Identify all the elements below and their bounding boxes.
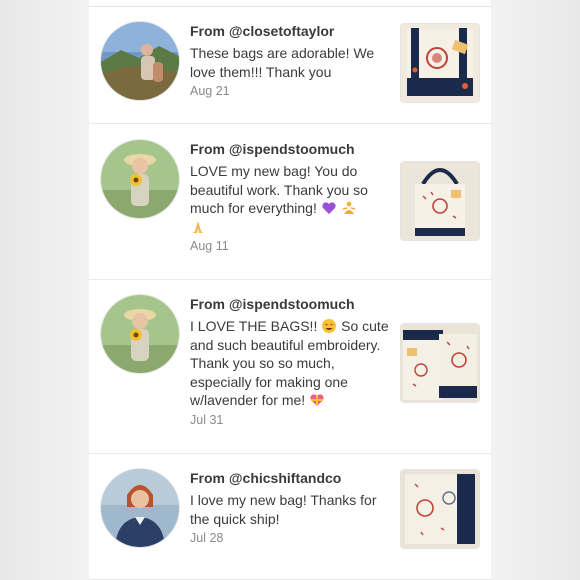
review-date: Aug 11	[190, 239, 229, 253]
tote-bag-photo[interactable]	[401, 24, 479, 102]
tote-bag-photo[interactable]	[401, 162, 479, 240]
review-item[interactable]: From @ispendstoomuch LOVE my new bag! Yo…	[89, 124, 491, 280]
review-message: These bags are adorable! We love them!!!…	[190, 45, 375, 80]
review-item[interactable]: From @ispendstoomuch I LOVE THE BAGS!! S…	[89, 280, 491, 454]
tote-bags-photo[interactable]	[401, 324, 479, 402]
review-author[interactable]: From @chicshiftandco	[190, 469, 390, 487]
avatar-sunflower-photo[interactable]	[101, 295, 179, 373]
tote-bag-photo[interactable]	[401, 470, 479, 548]
review-author[interactable]: From @ispendstoomuch	[190, 140, 390, 158]
folded-hands-icon	[190, 219, 206, 235]
right-margin	[491, 0, 580, 580]
purple-heart-icon	[321, 200, 337, 216]
avatar-portrait-photo[interactable]	[101, 469, 179, 547]
review-author[interactable]: From @ispendstoomuch	[190, 295, 390, 313]
review-author[interactable]: From @closetoftaylor	[190, 22, 390, 40]
review-date: Aug 21	[190, 84, 230, 98]
reviews-list: From @closetoftaylor These bags are ador…	[89, 0, 491, 580]
left-margin	[0, 0, 89, 580]
heart-eyes-icon	[321, 318, 337, 334]
review-message: I love my new bag! Thanks for the quick …	[190, 492, 377, 527]
person-in-lotus-icon	[341, 200, 357, 216]
review-message: I LOVE THE BAGS!! So cute and such beaut…	[190, 318, 389, 408]
heart-with-ribbon-icon	[309, 392, 325, 408]
avatar-sunflower-photo[interactable]	[101, 140, 179, 218]
review-item[interactable]: From @chicshiftandco I love my new bag! …	[89, 454, 491, 580]
avatar-mountain-photo[interactable]	[101, 22, 179, 100]
review-item[interactable]: From @closetoftaylor These bags are ador…	[89, 6, 491, 124]
review-date: Jul 31	[190, 412, 224, 427]
review-message: LOVE my new bag! You do beautiful work. …	[190, 162, 390, 236]
review-date: Jul 28	[190, 531, 224, 545]
